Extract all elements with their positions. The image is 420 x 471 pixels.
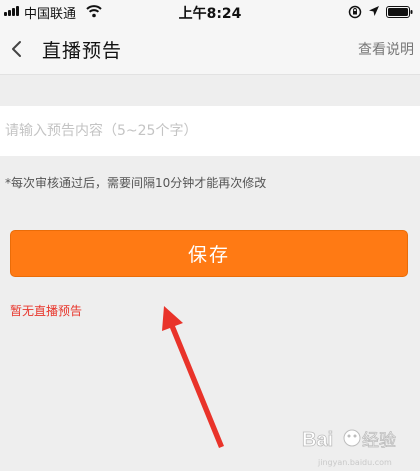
baidu-jingyan-watermark-icon: Bai 经验 bbox=[302, 429, 397, 452]
svg-text:Bai: Bai bbox=[302, 429, 333, 451]
svg-text:经验: 经验 bbox=[362, 431, 396, 451]
annotation-arrow-icon bbox=[162, 306, 224, 448]
watermark-url: jingyan.baidu.com bbox=[318, 458, 392, 467]
